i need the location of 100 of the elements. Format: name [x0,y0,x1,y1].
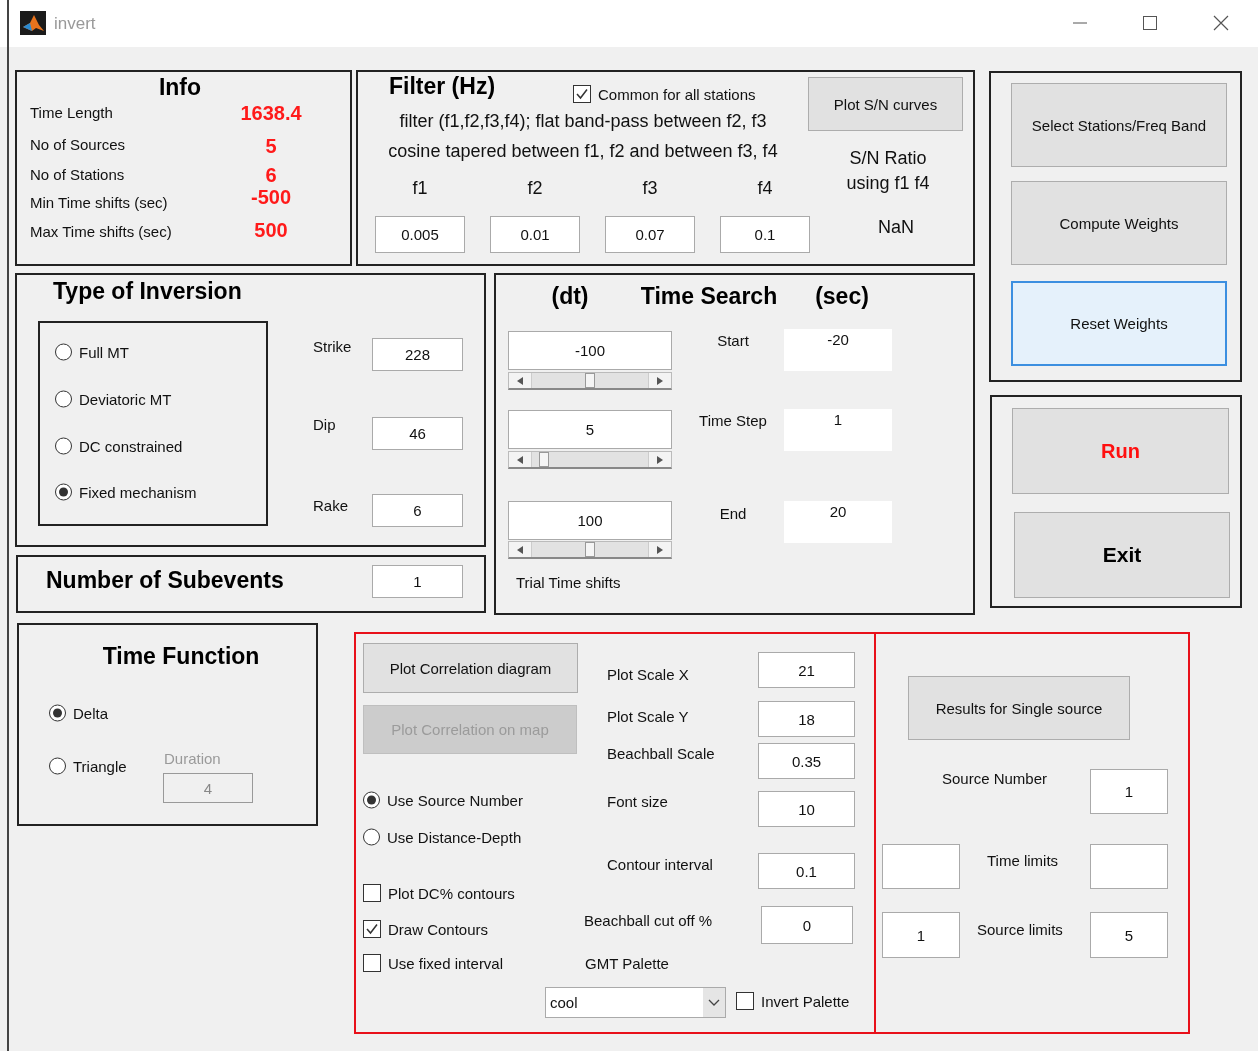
ratio-label: S/N Ratio using f1 f4 [845,147,931,195]
radio-button[interactable]: Use Source Number [363,791,523,809]
text-field[interactable]: 1 [882,912,960,958]
radio-button[interactable]: DC constrained [55,437,183,455]
checkbox[interactable]: Use fixed interval [363,954,504,972]
text-field[interactable]: 21 [758,652,855,688]
radio-button[interactable]: Full MT [55,343,129,361]
field-label: Beachball cut off % [584,912,713,930]
left-arrow-icon [517,545,523,554]
text-field[interactable]: 6 [372,494,463,527]
field-label: f1 [412,178,428,200]
text-field[interactable]: 0.1 [720,216,810,253]
note-text: Trial Time shifts [516,574,621,592]
app-icon [20,11,46,35]
text-field[interactable]: 46 [372,417,463,450]
button[interactable]: Reset Weights [1011,281,1227,366]
field-label: Plot Scale X [607,666,689,684]
param-label: Dip [313,416,336,434]
text-field[interactable]: 5 [508,410,672,449]
field-label: Source Number [942,770,1048,788]
info-value: 5 [265,134,277,158]
ratio-value: NaN [878,217,914,239]
field-label: f3 [642,178,658,200]
window-title: invert [54,13,96,35]
button[interactable]: Compute Weights [1011,181,1227,265]
slider[interactable] [508,372,672,390]
description-text: cosine tapered between f1, f2 and between f3, f4 [388,141,778,163]
left-arrow-icon [517,455,523,464]
field-label: Plot Scale Y [607,708,689,726]
text-field[interactable]: 10 [758,791,855,827]
right-arrow-icon [657,455,663,464]
text-field[interactable]: -100 [508,331,672,370]
info-label: Max Time shifts (sec) [30,223,172,241]
button[interactable]: Plot Correlation diagram [363,643,578,693]
subevents-label: Number of Subevents [46,567,284,595]
slider-thumb[interactable] [585,542,595,557]
button[interactable]: Exit [1014,512,1230,598]
info-value: -500 [251,185,291,209]
panel-title: (sec) [815,283,869,311]
dropdown[interactable]: cool [545,987,726,1018]
text-field[interactable]: 1 [1090,769,1168,814]
text-field[interactable]: 0.35 [758,743,855,779]
button[interactable]: Select Stations/Freq Band [1011,83,1227,167]
field-label: Time limits [987,852,1059,870]
info-label: Min Time shifts (sec) [30,194,168,212]
radio-button[interactable]: Deviatoric MT [55,390,172,408]
info-value: 6 [265,163,277,187]
info-label: No of Sources [30,136,126,154]
text-field[interactable] [882,844,960,889]
param-label: Strike [313,338,352,356]
duration-label: Duration [164,750,221,768]
button[interactable]: Results for Single source [908,676,1130,740]
field-label: Beachball Scale [607,745,715,763]
panel-title: (dt) [551,283,589,311]
text-field[interactable]: 228 [372,338,463,371]
text-field[interactable]: 0.005 [375,216,465,253]
info-label: No of Stations [30,166,125,184]
text-field[interactable]: 18 [758,701,855,737]
field-label: Time Step [699,412,767,430]
checkbox[interactable]: Plot DC% contours [363,884,515,902]
checkbox[interactable]: Invert Palette [736,992,850,1010]
slider[interactable] [508,451,672,469]
info-label: Time Length [30,104,113,122]
text-field[interactable]: 0.1 [758,853,855,889]
text-field[interactable]: 1 [784,409,892,451]
slider[interactable] [508,541,672,559]
text-field[interactable]: 1 [372,565,463,598]
field-label: GMT Palette [585,955,669,973]
radio-button[interactable]: Delta [49,704,109,722]
text-field[interactable]: 20 [784,501,892,543]
checkbox[interactable]: Draw Contours [363,920,489,938]
field-label: Font size [607,793,668,811]
maximize-icon[interactable] [1142,15,1158,31]
text-field[interactable] [1090,844,1168,889]
text-field[interactable]: 0.01 [490,216,580,253]
text-field[interactable]: 5 [1090,912,1168,958]
field-label: Start [717,332,749,350]
slider-thumb[interactable] [539,452,550,467]
field-label: Source limits [977,921,1063,939]
panel-title: Time Function [102,643,260,671]
right-arrow-icon [657,376,663,385]
panel-title: Filter (Hz) [389,73,496,101]
radio-button[interactable]: Triangle [49,757,127,775]
close-icon[interactable] [1213,15,1229,31]
text-field[interactable]: 0.07 [605,216,695,253]
panel-title: Type of Inversion [53,278,242,306]
caret-icon [708,998,720,1007]
text-field[interactable]: 100 [508,501,672,540]
slider-thumb[interactable] [585,373,595,388]
info-value: 1638.4 [240,101,302,125]
info-value: 500 [254,218,288,242]
param-label: Rake [313,497,349,515]
radio-button[interactable]: Fixed mechanism [55,483,197,501]
panel-title: Time Search [640,283,778,311]
checkbox[interactable]: Common for all stations [573,85,756,103]
field-label: End [719,505,747,523]
radio-button[interactable]: Use Distance-Depth [363,828,522,846]
button[interactable]: Plot S/N curves [808,77,963,131]
text-field[interactable]: -20 [784,329,892,371]
text-field[interactable]: 0 [761,906,853,944]
